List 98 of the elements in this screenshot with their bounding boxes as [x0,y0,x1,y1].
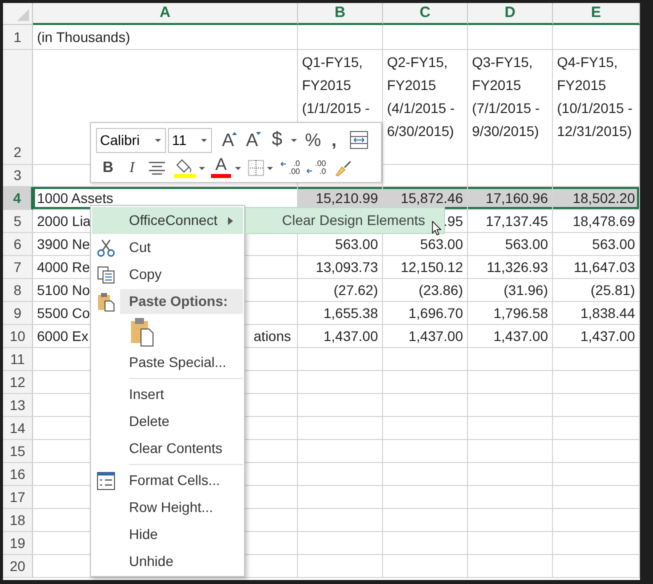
font-size-dropdown[interactable]: 11 [168,128,212,152]
down-triangle-icon [256,132,261,135]
table-cell: Q4-FY15, FY2015 (10/1/2015 - 12/31/2015) [553,50,640,165]
table-cell: (31.96) [468,279,553,302]
row-header[interactable]: 17 [3,486,33,509]
row-header[interactable]: 5 [3,210,33,233]
row-header[interactable]: 10 [3,325,33,348]
row-header[interactable]: 19 [3,532,33,555]
menu-item[interactable]: Row Height... [92,494,243,521]
table-cell: 563.00 [553,233,640,256]
table-cell: 13,093.73 [298,256,383,279]
table-cell: 17,160.96 [468,187,553,210]
row-header[interactable]: 15 [3,440,33,463]
table-cell: 563.00 [468,233,553,256]
menu-item[interactable]: Unhide [92,548,243,575]
color-bar-icon [211,174,231,178]
row-header[interactable]: 16 [3,463,33,486]
menu-item[interactable]: Paste Special... [92,349,243,376]
brush-icon [334,159,352,177]
row-header[interactable]: 4 [3,187,33,210]
corner-triangle-icon [17,9,29,21]
table-cell: 11,647.03 [553,256,640,279]
shrink-font-button[interactable]: A [240,128,264,152]
submenu-arrow-icon [228,216,233,224]
row-header[interactable]: 7 [3,256,33,279]
menu-item[interactable]: Delete [92,408,243,435]
row-header[interactable]: 3 [3,165,33,187]
row-header[interactable]: 9 [3,302,33,325]
table-cell: 563.00 [298,233,383,256]
clipboard-icon [130,317,154,347]
row-header[interactable]: 6 [3,233,33,256]
currency-button[interactable]: $ [266,128,288,152]
up-triangle-icon [232,132,237,135]
row-header[interactable]: 2 [3,50,33,165]
row-header[interactable]: 1 [3,25,33,50]
caret-icon [155,138,161,142]
copy-icon [97,266,115,284]
table-cell: 12,150.12 [383,256,468,279]
table-cell: 17,137.45 [468,210,553,233]
table-cell: 11,326.93 [468,256,553,279]
column-header[interactable]: B [298,3,383,25]
column-header[interactable]: C [383,3,468,25]
row-header[interactable]: 8 [3,279,33,302]
arrow-icon [306,169,312,173]
comma-style-button[interactable]: , [324,128,344,152]
bold-button[interactable]: B [96,156,120,180]
center-align-icon [148,161,166,175]
table-cell: (23.86) [383,279,468,302]
table-cell: Q3-FY15, FY2015 (7/1/2015 - 9/30/2015) [468,50,553,165]
caret-icon [201,138,207,142]
font-color-button[interactable]: A [210,156,232,180]
table-cell: 1,696.70 [383,302,468,325]
column-header[interactable]: D [468,3,553,25]
table-cell: (in Thousands) [33,25,298,50]
menu-item[interactable]: Clear Contents [92,435,243,462]
format-cells-icon [97,472,115,490]
table-cell: 1,437.00 [383,325,468,348]
row-header[interactable]: 11 [3,348,33,371]
row-header[interactable]: 14 [3,417,33,440]
table-cell: 1,655.38 [298,302,383,325]
table-cell: 1,437.00 [468,325,553,348]
table-cell: 1,437.00 [298,325,383,348]
caret-icon [291,138,297,142]
font-name-dropdown[interactable]: Calibri [96,128,166,152]
menu-item[interactable]: OfficeConnect [92,207,243,234]
borders-icon [248,160,264,176]
table-cell: 1,838.44 [553,302,640,325]
column-header[interactable]: A [33,3,298,25]
row-header[interactable]: 20 [3,555,33,578]
cell-text: ations [254,326,291,346]
grow-font-button[interactable]: A [216,128,240,152]
menu-item[interactable]: Format Cells... [92,467,243,494]
arrow-icon [280,162,286,166]
table-cell: Q2-FY15, FY2015 (4/1/2015 - 6/30/2015) [383,50,468,165]
merge-cells-icon [350,131,368,149]
table-cell: 18,502.20 [553,187,640,210]
table-cell: (25.81) [553,279,640,302]
percent-button[interactable]: % [302,128,324,152]
section-header: Paste Options: [120,289,243,314]
clipboard-icon [97,292,115,312]
cell-text: 6000 Ex [37,326,88,346]
table-cell: 18,478.69 [553,210,640,233]
row-header[interactable]: 13 [3,394,33,417]
menu-item[interactable]: Hide [92,521,243,548]
row-header[interactable]: 12 [3,371,33,394]
table-cell: (27.62) [298,279,383,302]
table-cell: 1,437.00 [553,325,640,348]
table-cell: 1,796.58 [468,302,553,325]
paint-bucket-icon [174,158,196,178]
mouse-cursor-icon [432,221,442,236]
table-cell: 563.00 [383,233,468,256]
scissors-icon [97,238,115,256]
column-header[interactable]: E [553,3,640,25]
row-header[interactable]: 18 [3,509,33,532]
table-cell: 15,872.46 [383,187,468,210]
italic-button[interactable]: I [120,156,144,180]
menu-item[interactable]: Insert [92,381,243,408]
submenu-item[interactable]: Clear Design Elements [245,207,445,234]
